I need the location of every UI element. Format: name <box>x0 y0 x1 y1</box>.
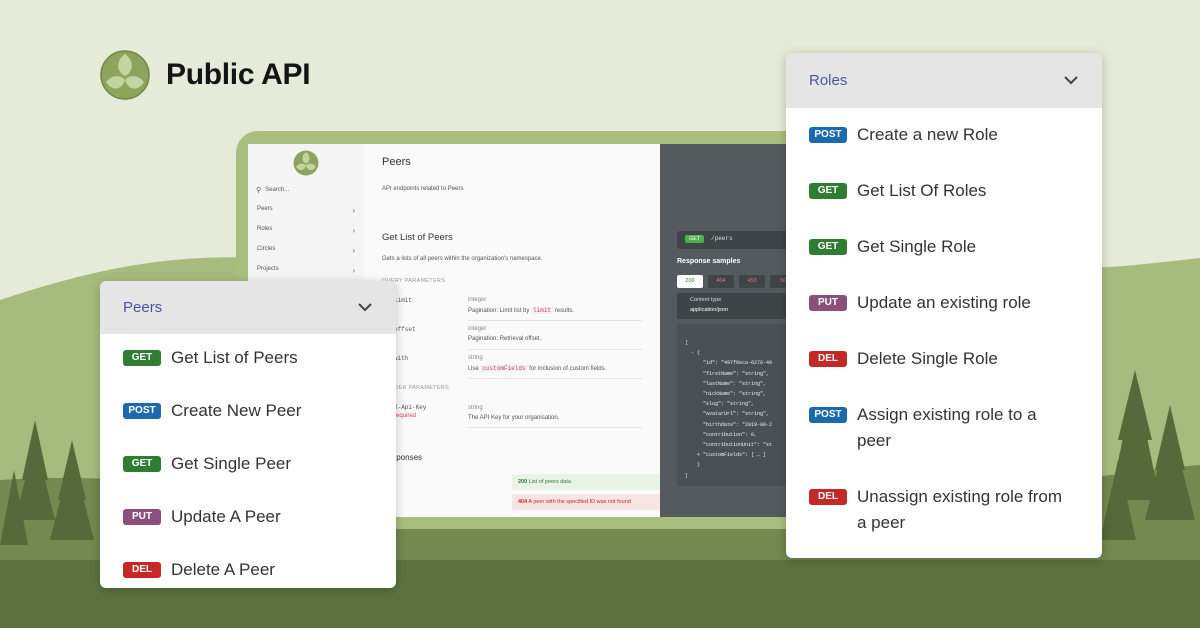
endpoint-title: Get List of Peers <box>382 232 453 243</box>
roles-card: Roles POST Create a new Role GET Get List … <box>786 53 1102 558</box>
roles-card-header[interactable]: Roles <box>786 53 1102 108</box>
sidebar-item-projects[interactable]: Projects › <box>257 266 355 275</box>
method-badge: GET <box>685 235 705 243</box>
response-samples-title: Response samples <box>677 258 741 265</box>
section-description: API endpoints related to Peers <box>382 186 464 192</box>
tab-404[interactable]: 404 <box>708 275 734 288</box>
section-title: Peers <box>382 156 411 168</box>
code-line: "lastName": "string", <box>685 380 767 387</box>
method-badge: DEL <box>809 351 847 367</box>
roles-item-get-list[interactable]: GET Get List Of Roles <box>809 181 1079 204</box>
code-line: "slug": "string", <box>685 401 755 408</box>
param-description: The API Key for your organisation. <box>468 415 560 421</box>
roles-item-update[interactable]: PUT Update an existing role <box>809 293 1079 316</box>
endpoint-path: /peers <box>711 235 733 242</box>
endpoint-description: Gets a lists of all peers within the org… <box>382 256 543 262</box>
code-line: } <box>685 462 701 469</box>
method-badge: POST <box>809 127 847 143</box>
tab-200[interactable]: 200 <box>677 275 703 288</box>
chevron-right-icon: › <box>352 246 355 255</box>
chevron-down-icon[interactable] <box>1064 76 1078 85</box>
docs-search-input[interactable]: ⚲ Search... <box>256 186 289 194</box>
docs-logo-icon <box>293 150 319 181</box>
peers-item-update[interactable]: PUT Update A Peer <box>123 507 281 530</box>
method-badge: POST <box>809 407 847 423</box>
code-line: "nickName": "string", <box>685 391 767 398</box>
param-description: Use customFields for inclusion of custom… <box>468 365 607 372</box>
param-name: with <box>394 355 409 362</box>
method-badge: DEL <box>123 562 161 578</box>
param-name: limit <box>394 297 413 304</box>
param-name: X-Api-Key <box>394 404 427 411</box>
page-title: Public API <box>166 58 311 91</box>
chevron-right-icon: › <box>352 226 355 235</box>
search-icon: ⚲ <box>256 187 262 194</box>
peers-item-get-list[interactable]: GET Get List of Peers <box>123 348 298 371</box>
param-type: string <box>468 405 483 411</box>
roles-item-delete[interactable]: DEL Delete Single Role <box>809 349 1079 372</box>
chevron-right-icon: › <box>352 206 355 215</box>
roles-card-title: Roles <box>809 72 848 89</box>
code-line: "contributionUnit": "st <box>685 442 773 449</box>
roles-item-unassign[interactable]: DEL Unassign existing role from a peer <box>809 487 1079 536</box>
method-badge: GET <box>809 239 847 255</box>
code-line: ] <box>685 472 689 479</box>
sidebar-item-peers[interactable]: Peers › <box>257 206 355 215</box>
code-line: - { <box>685 350 701 357</box>
code-line: "avatarUrl": "string", <box>685 411 770 418</box>
roles-item-create[interactable]: POST Create a new Role <box>809 125 1079 148</box>
code-line: "birthdate": "2019-08-2 <box>685 421 773 428</box>
code-line: "contribution": 0, <box>685 431 758 438</box>
peers-item-get-single[interactable]: GET Get Single Peer <box>123 454 291 477</box>
method-badge: GET <box>123 456 161 472</box>
method-badge: GET <box>809 183 847 199</box>
code-line: "firstName": "string", <box>685 370 770 377</box>
roles-item-get-single[interactable]: GET Get Single Role <box>809 237 1079 260</box>
peers-card: Peers GET Get List of Peers POST Create Ne… <box>100 281 396 588</box>
param-name: offset <box>394 326 416 333</box>
method-badge: DEL <box>809 489 847 505</box>
param-type: integer <box>468 297 487 303</box>
tab-453[interactable]: 453 <box>739 275 765 288</box>
peers-card-title: Peers <box>123 299 163 316</box>
sidebar-item-roles[interactable]: Roles › <box>257 226 355 235</box>
json-code: [ - { "id": "497f6eca-6276-49 "firstName… <box>685 338 772 481</box>
roles-item-assign[interactable]: POST Assign existing role to a peer <box>809 405 1079 454</box>
peers-item-delete[interactable]: DEL Delete A Peer <box>123 560 275 583</box>
chevron-down-icon[interactable] <box>358 303 372 312</box>
globe-logo-icon <box>100 50 150 100</box>
divider <box>468 320 642 321</box>
code-line: + "customFields": [ … ] <box>685 452 767 459</box>
code-line: "id": "497f6eca-6276-49 <box>685 360 773 367</box>
method-badge: PUT <box>809 295 847 311</box>
sidebar-item-circles[interactable]: Circles › <box>257 246 355 255</box>
divider <box>468 378 642 379</box>
code-line: [ <box>685 340 689 346</box>
method-badge: PUT <box>123 509 161 525</box>
peers-card-header[interactable]: Peers <box>100 281 396 334</box>
divider <box>468 349 642 350</box>
method-badge: POST <box>123 403 161 419</box>
param-type: string <box>468 355 483 361</box>
chevron-right-icon: › <box>352 266 355 275</box>
param-description: Pagination: Retrieval offset. <box>468 336 542 342</box>
param-type: integer <box>468 326 487 332</box>
brand-header: Public API <box>100 50 311 100</box>
divider <box>468 427 642 428</box>
param-description: Pagination: Limit list by limit results. <box>468 307 575 314</box>
method-badge: GET <box>123 350 161 366</box>
required-label: required <box>394 413 417 419</box>
peers-item-create[interactable]: POST Create New Peer <box>123 401 301 424</box>
